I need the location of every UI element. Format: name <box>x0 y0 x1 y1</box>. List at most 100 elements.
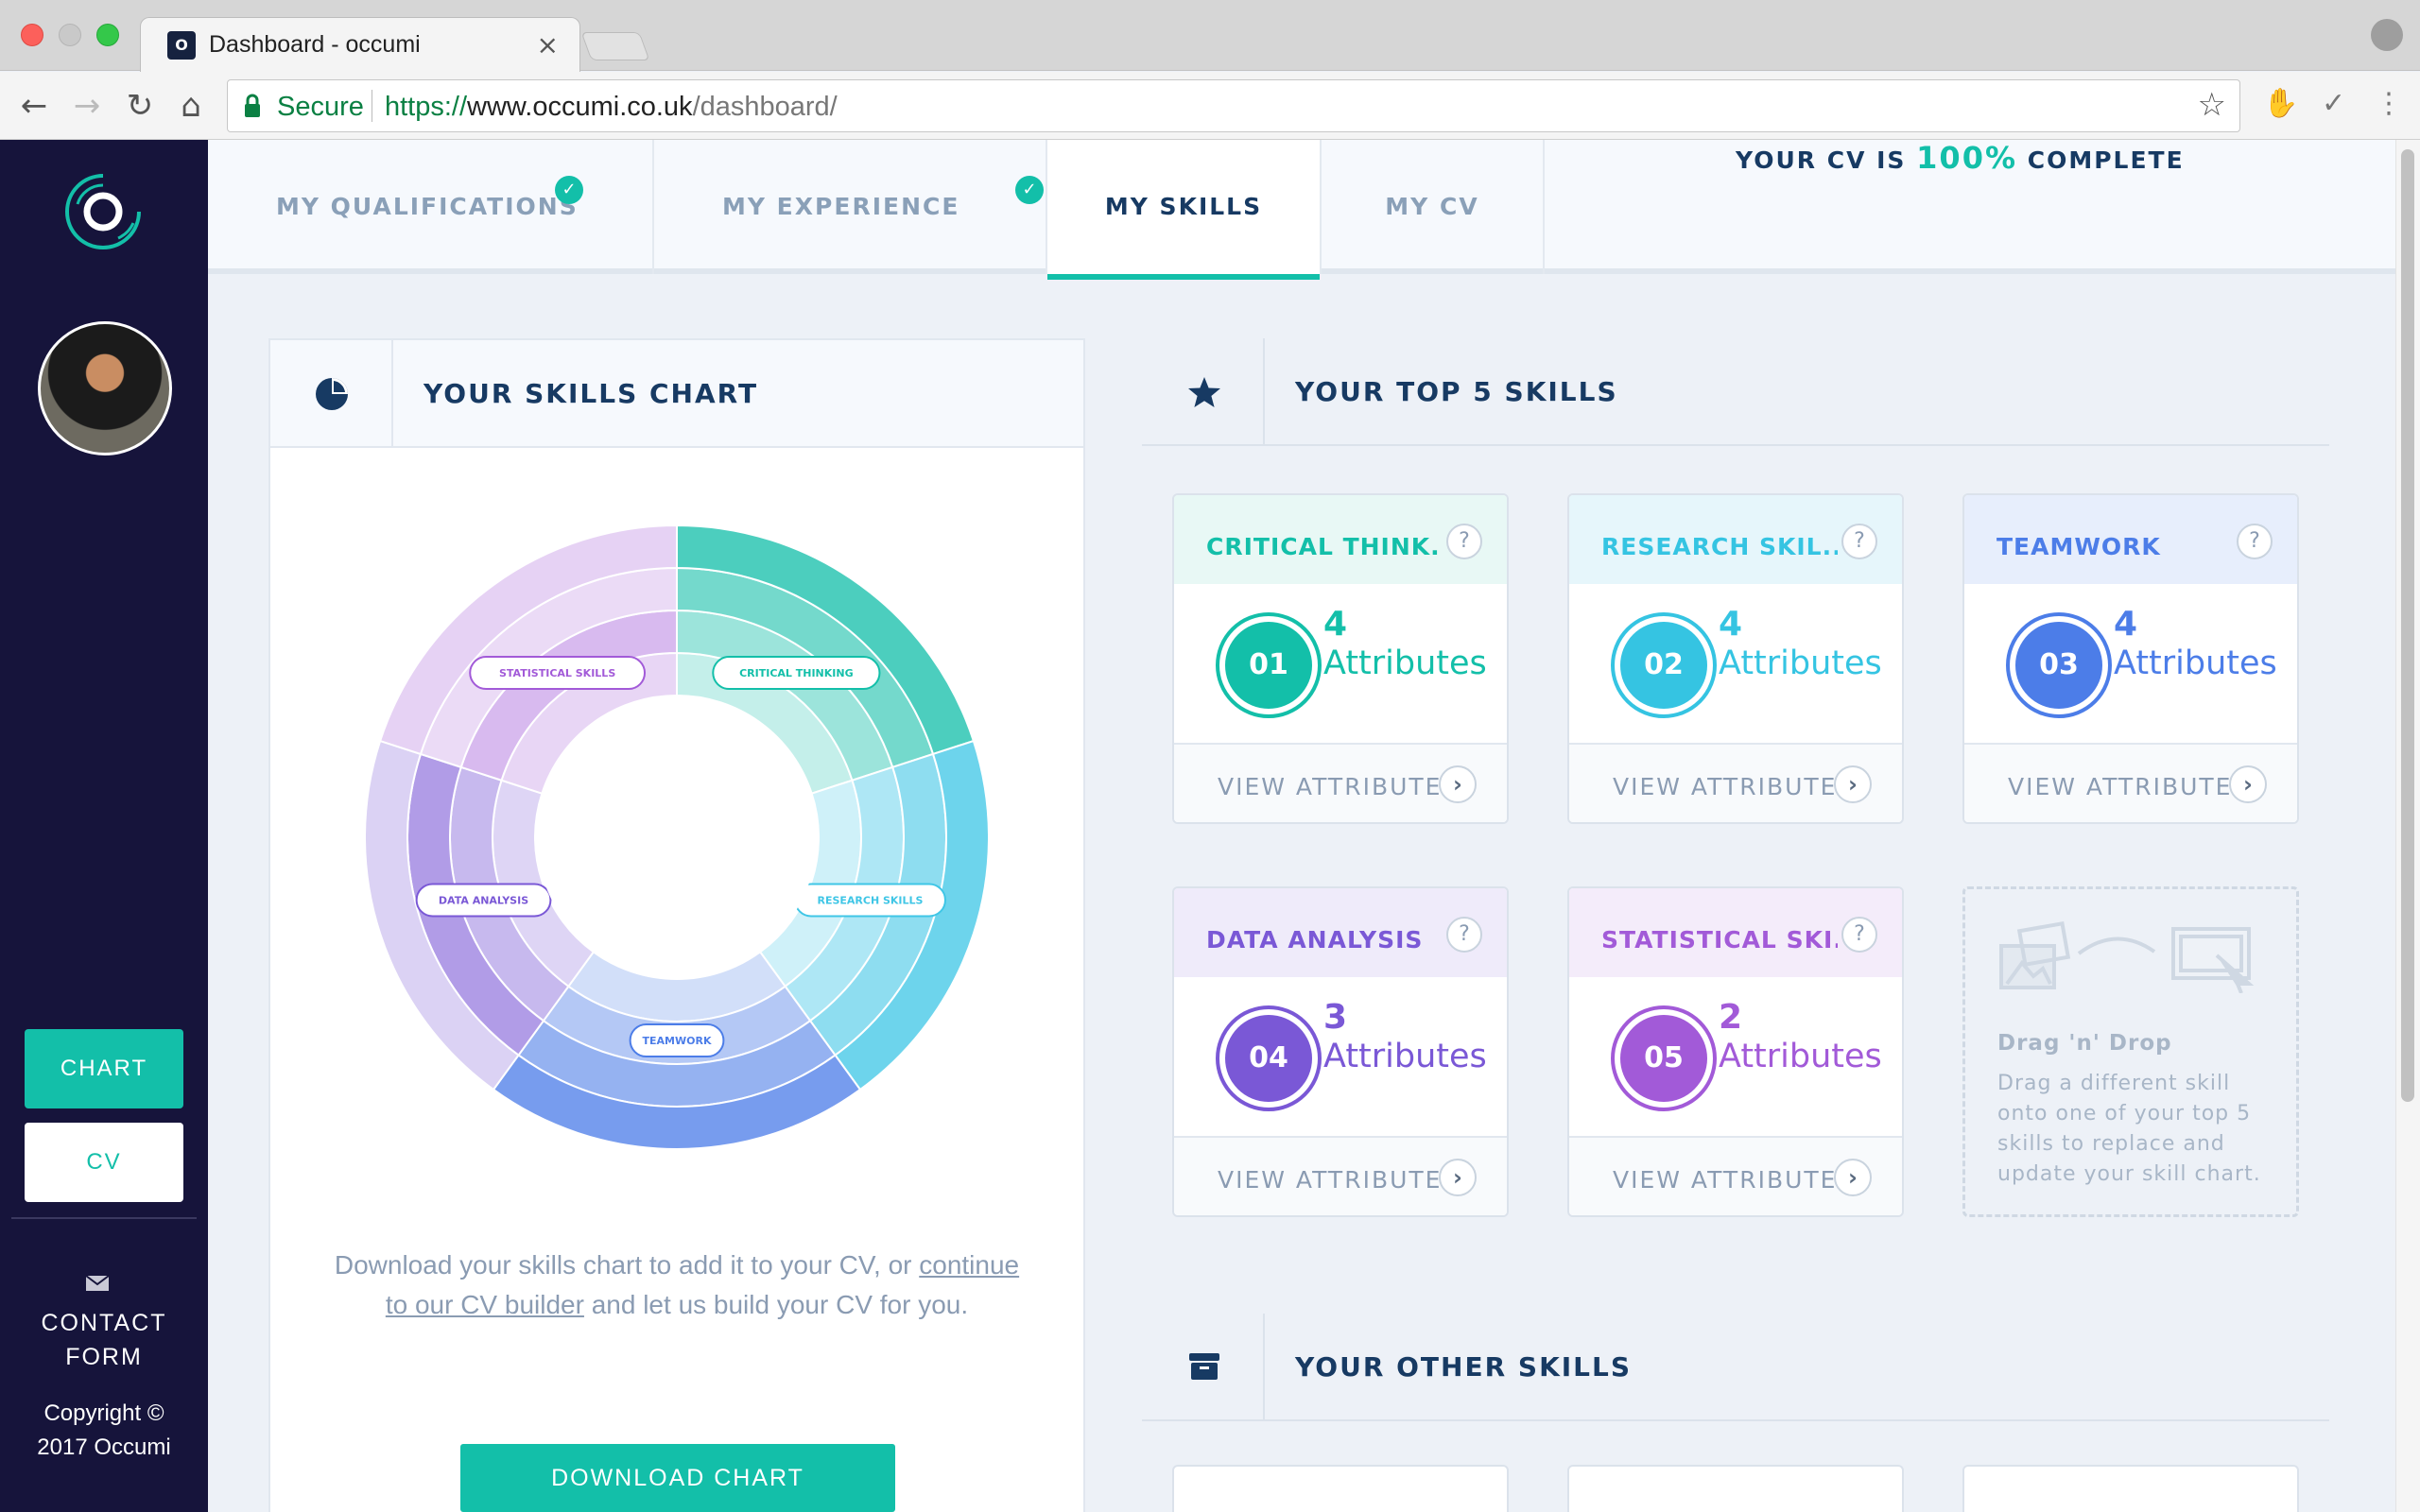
wheel-label: DATA ANALYSIS <box>415 883 552 918</box>
favicon-icon: O <box>167 31 196 60</box>
extension-stop-icon[interactable]: ✋ <box>2263 87 2298 120</box>
attribute-label: Attributes <box>1719 644 1882 682</box>
drag-drop-text: Drag a different skill onto one of your … <box>1997 1072 2261 1186</box>
attribute-label: Attributes <box>2114 644 2277 682</box>
secure-label: Secure <box>277 92 364 122</box>
other-skill-card[interactable] <box>1962 1465 2299 1512</box>
tab-my-qualifications[interactable]: MY QUALIFICATIONS ✓ <box>208 140 654 274</box>
new-tab-button[interactable] <box>580 32 650 60</box>
minimize-window-button[interactable] <box>59 24 81 46</box>
chevron-right-icon[interactable]: › <box>1439 765 1477 803</box>
forward-icon[interactable]: → <box>66 85 108 127</box>
help-icon[interactable]: ? <box>2237 524 2273 559</box>
chevron-right-icon[interactable]: › <box>2229 765 2267 803</box>
archive-icon-cell <box>1142 1314 1265 1421</box>
skill-rank-number: 04 <box>1225 1015 1312 1102</box>
skill-card-footer: VIEW ATTRIBUTES › <box>1174 1136 1507 1215</box>
url-path: /dashboard/ <box>692 92 838 122</box>
complete-prefix: YOUR CV IS <box>1736 146 1907 174</box>
url-host: www.occumi.co.uk <box>467 92 693 122</box>
pie-chart-icon <box>316 378 348 410</box>
skill-card-footer: VIEW ATTRIBUTES › <box>1569 1136 1902 1215</box>
skill-rank-badge: 05 <box>1611 1005 1717 1111</box>
skill-rank-number: 01 <box>1225 622 1312 709</box>
other-skill-card[interactable] <box>1172 1465 1509 1512</box>
profile-icon[interactable] <box>2371 19 2403 51</box>
drag-drop-zone[interactable]: Drag 'n' Drop Drag a different skill ont… <box>1962 886 2299 1217</box>
address-bar[interactable]: Secure https://www.occumi.co.uk/dashboar… <box>227 79 2240 132</box>
tab-close-icon[interactable]: × <box>537 29 559 60</box>
top-skill-card[interactable]: RESEARCH SKIL... ? 02 4 Attributes VIEW … <box>1567 493 1904 824</box>
skill-card-footer: VIEW ATTRIBUTES › <box>1964 743 2297 822</box>
close-window-button[interactable] <box>21 24 43 46</box>
drag-drop-illustration-icon <box>1999 920 2255 993</box>
tab-my-cv[interactable]: MY CV <box>1322 140 1545 274</box>
extension-check-icon[interactable]: ✓ <box>2322 87 2345 120</box>
browser-menu-icon[interactable]: ⋮ <box>2375 87 2403 120</box>
drag-drop-title: Drag 'n' Drop <box>1997 1031 2172 1056</box>
wheel-center <box>537 697 817 977</box>
cv-button[interactable]: CV <box>25 1123 183 1202</box>
tab-label: MY SKILLS <box>1104 193 1263 220</box>
wheel-label-text: RESEARCH SKILLS <box>817 894 923 906</box>
chart-button[interactable]: CHART <box>25 1029 183 1108</box>
other-skill-card[interactable] <box>1567 1465 1904 1512</box>
tab-title: Dashboard - occumi <box>209 31 421 58</box>
download-chart-button[interactable]: DOWNLOAD CHART <box>460 1444 895 1512</box>
chevron-right-icon[interactable]: › <box>1834 1159 1872 1196</box>
star-icon <box>1188 377 1220 407</box>
page-scrollbar[interactable] <box>2395 140 2420 1512</box>
copyright-line-1: Copyright © <box>43 1400 164 1426</box>
pie-chart-icon-cell <box>270 340 393 448</box>
top-skill-card[interactable]: DATA ANALYSIS ? 04 3 Attributes VIEW ATT… <box>1172 886 1509 1217</box>
cv-complete-status: YOUR CV IS 100% COMPLETE <box>1736 140 2185 274</box>
back-icon[interactable]: ← <box>13 85 55 127</box>
browser-tab[interactable]: O Dashboard - occumi × <box>140 17 580 72</box>
help-icon[interactable]: ? <box>1841 524 1877 559</box>
section-title: YOUR OTHER SKILLS <box>1295 1351 1633 1383</box>
contact-form-link[interactable]: CONTACT FORM <box>0 1306 208 1374</box>
chevron-right-icon[interactable]: › <box>1439 1159 1477 1196</box>
view-attributes-button[interactable]: VIEW ATTRIBUTES <box>1613 1166 1854 1194</box>
skills-wheel-chart[interactable]: CRITICAL THINKING RESEARCH SKILLS TEAMWORK… <box>365 525 989 1149</box>
skill-card-header: CRITICAL THINK... ? <box>1174 495 1507 584</box>
view-attributes-button[interactable]: VIEW ATTRIBUTES <box>1218 1166 1459 1194</box>
skills-chart-panel: YOUR SKILLS CHART CRITICAL THINKING RESEA… <box>268 338 1085 1512</box>
scrollbar-thumb[interactable] <box>2401 149 2414 1102</box>
attribute-count: 4 <box>1719 605 1743 644</box>
help-icon[interactable]: ? <box>1446 917 1482 953</box>
help-icon[interactable]: ? <box>1446 524 1482 559</box>
view-attributes-button[interactable]: VIEW ATTRIBUTES <box>1613 773 1854 800</box>
app-sidebar: CHART CV CONTACT FORM Copyright © 2017 O… <box>0 140 208 1512</box>
skill-name: TEAMWORK <box>1996 533 2161 560</box>
wheel-label: CRITICAL THINKING <box>712 656 881 691</box>
chevron-right-icon[interactable]: › <box>1834 765 1872 803</box>
occumi-logo[interactable] <box>60 168 147 255</box>
reload-icon[interactable]: ↻ <box>119 85 161 127</box>
copyright-line-2: 2017 Occumi <box>37 1435 171 1460</box>
help-icon[interactable]: ? <box>1841 917 1877 953</box>
avatar[interactable] <box>38 321 172 455</box>
home-icon[interactable]: ⌂ <box>170 85 212 127</box>
view-attributes-button[interactable]: VIEW ATTRIBUTES <box>1218 773 1459 800</box>
download-description: Download your skills chart to add it to … <box>327 1246 1027 1325</box>
tab-my-skills[interactable]: MY SKILLS <box>1046 140 1322 280</box>
top-skill-card[interactable]: TEAMWORK ? 03 4 Attributes VIEW ATTRIBUT… <box>1962 493 2299 824</box>
panel-title: YOUR SKILLS CHART <box>424 378 759 409</box>
view-attributes-button[interactable]: VIEW ATTRIBUTES <box>2008 773 2249 800</box>
wheel-label-text: CRITICAL THINKING <box>739 667 854 679</box>
maximize-window-button[interactable] <box>96 24 119 46</box>
attribute-count: 3 <box>1323 998 1348 1037</box>
tab-label: MY EXPERIENCE <box>722 193 960 220</box>
bookmark-star-icon[interactable]: ☆ <box>2198 86 2226 124</box>
url-scheme: https:// <box>385 92 468 122</box>
tab-my-experience[interactable]: MY EXPERIENCE ✓ <box>654 140 1100 274</box>
top-skills-header: YOUR TOP 5 SKILLS <box>1142 338 2329 446</box>
complete-check-icon: ✓ <box>1015 176 1044 204</box>
complete-check-icon: ✓ <box>555 176 583 204</box>
skill-rank-badge: 02 <box>1611 612 1717 718</box>
skill-rank-badge: 01 <box>1216 612 1322 718</box>
skill-name: STATISTICAL SKI... <box>1601 926 1838 954</box>
top-skill-card[interactable]: CRITICAL THINK... ? 01 4 Attributes VIEW… <box>1172 493 1509 824</box>
top-skill-card[interactable]: STATISTICAL SKI... ? 05 2 Attributes VIE… <box>1567 886 1904 1217</box>
